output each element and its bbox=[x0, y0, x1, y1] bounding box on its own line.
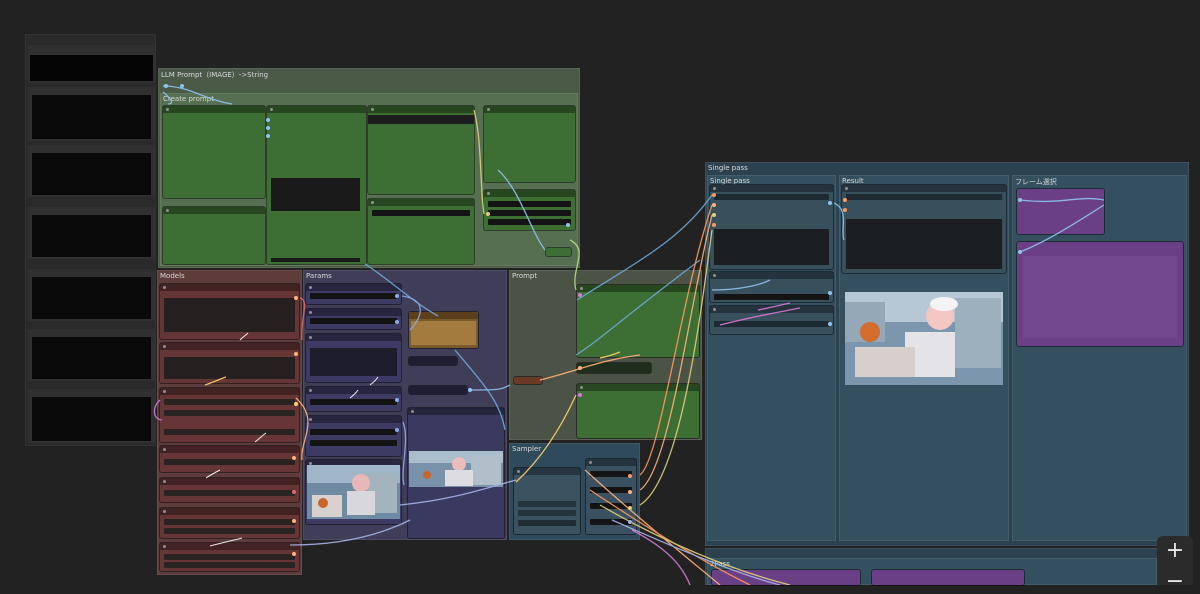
left-node-6[interactable] bbox=[28, 329, 155, 381]
llm-node-b[interactable] bbox=[163, 207, 265, 264]
left-node-2[interactable] bbox=[28, 87, 155, 141]
params-preview-image bbox=[307, 465, 400, 519]
single-pass-node-1[interactable] bbox=[710, 185, 833, 269]
result-preview-image bbox=[845, 292, 1003, 385]
prompt-node-mid[interactable] bbox=[577, 363, 651, 373]
frame-node-1[interactable] bbox=[1017, 189, 1104, 234]
models-node-4[interactable] bbox=[160, 446, 299, 472]
llm-node-f[interactable] bbox=[484, 106, 575, 182]
sampler-group-title: Sampler bbox=[512, 445, 542, 453]
prompt-node-positive[interactable] bbox=[577, 285, 699, 357]
params-group-title: Params bbox=[306, 272, 332, 280]
left-node-4[interactable] bbox=[28, 207, 155, 259]
frame-node-2[interactable] bbox=[1017, 242, 1183, 346]
prompt-node-small[interactable] bbox=[514, 377, 542, 384]
llm-node-a[interactable] bbox=[163, 106, 265, 198]
sampler-node-side[interactable] bbox=[586, 459, 636, 534]
params-node-6[interactable] bbox=[306, 460, 401, 524]
llm-node-e[interactable] bbox=[368, 199, 474, 264]
result-group-title: Result bbox=[842, 177, 864, 185]
single-pass-node-2[interactable] bbox=[710, 272, 833, 302]
left-node-5[interactable] bbox=[28, 269, 155, 321]
llm-prompt-group-title: LLM Prompt（IMAGE）->String bbox=[161, 71, 269, 79]
bottom-node-1[interactable] bbox=[712, 570, 860, 585]
zoom-controls: + − bbox=[1157, 536, 1193, 593]
prompt-node-negative[interactable] bbox=[577, 384, 699, 438]
plus-icon[interactable]: + bbox=[1157, 538, 1193, 564]
minus-icon[interactable]: − bbox=[1157, 571, 1193, 593]
params-node-1[interactable] bbox=[306, 284, 401, 304]
params-node-small-1[interactable] bbox=[409, 357, 457, 365]
models-node-6[interactable] bbox=[160, 508, 299, 538]
params-node-preview-2[interactable] bbox=[408, 408, 504, 538]
params-preview-image-2 bbox=[409, 451, 503, 487]
params-node-5[interactable] bbox=[306, 416, 401, 456]
llm-node-d[interactable] bbox=[368, 106, 474, 194]
params-node-4[interactable] bbox=[306, 387, 401, 411]
create-prompt-group-title: Create prompt bbox=[163, 95, 214, 103]
left-node-stack bbox=[25, 34, 156, 446]
models-node-1[interactable] bbox=[160, 284, 299, 339]
params-node-3[interactable] bbox=[306, 334, 401, 382]
left-node-3[interactable] bbox=[28, 145, 155, 197]
sampler-node-main[interactable] bbox=[514, 468, 580, 534]
single-pass-group-title: Single pass bbox=[708, 164, 748, 172]
models-node-7[interactable] bbox=[160, 543, 299, 571]
frame-group-title: フレーム選択 bbox=[1015, 178, 1057, 186]
params-node-orange[interactable] bbox=[409, 312, 478, 348]
left-node-7[interactable] bbox=[28, 389, 155, 443]
models-node-3[interactable] bbox=[160, 388, 299, 442]
result-node-1[interactable] bbox=[842, 185, 1006, 273]
models-node-2[interactable] bbox=[160, 343, 299, 383]
bottom-subgroup-title: 2Pass bbox=[710, 560, 730, 568]
params-node-small-2[interactable] bbox=[409, 386, 467, 394]
bottom-node-2[interactable] bbox=[872, 570, 1024, 585]
params-node-2[interactable] bbox=[306, 309, 401, 329]
models-node-5[interactable] bbox=[160, 478, 299, 502]
single-pass-node-3[interactable] bbox=[710, 306, 833, 334]
llm-node-c[interactable] bbox=[267, 106, 366, 264]
prompt-group-title: Prompt bbox=[512, 272, 538, 280]
llm-node-h[interactable] bbox=[546, 248, 571, 256]
single-pass-subgroup-title: Single pass bbox=[710, 177, 750, 185]
left-node-1[interactable] bbox=[28, 45, 155, 83]
llm-node-g[interactable] bbox=[484, 190, 575, 230]
models-group-title: Models bbox=[160, 272, 185, 280]
